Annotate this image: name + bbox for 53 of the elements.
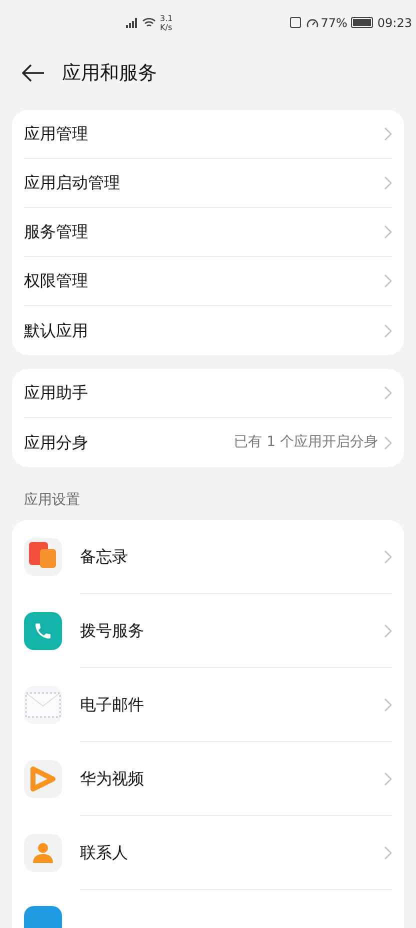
settings-row[interactable]: 应用分身 已有 1 个应用开启分身	[24, 418, 392, 467]
network-speed-unit: K/s	[160, 22, 173, 32]
row-label: 应用管理	[24, 123, 89, 145]
settings-row[interactable]: 默认应用	[24, 306, 392, 355]
clock-time: 09:23	[377, 14, 412, 32]
speedometer-icon	[306, 16, 319, 28]
settings-row[interactable]: 权限管理	[24, 257, 392, 306]
chevron-right-icon	[384, 176, 392, 190]
app-row[interactable]: 电子邮件	[80, 668, 392, 742]
app-name: 电子邮件	[80, 694, 145, 716]
battery-icon	[351, 17, 374, 28]
chevron-right-icon	[384, 772, 392, 786]
app-name: 华为视频	[80, 768, 145, 790]
settings-row[interactable]: 应用助手	[24, 369, 392, 418]
wifi-icon	[142, 17, 156, 28]
envelope-app-icon	[24, 686, 62, 724]
chevron-right-icon	[384, 274, 392, 288]
row-label: 应用启动管理	[24, 172, 121, 194]
chevron-right-icon	[384, 698, 392, 712]
notes-app-icon	[24, 538, 62, 576]
back-arrow-icon[interactable]	[22, 64, 44, 82]
settings-row[interactable]: 服务管理	[24, 208, 392, 257]
row-label: 权限管理	[24, 270, 89, 292]
settings-row[interactable]: 应用启动管理	[24, 159, 392, 208]
network-speed-value: 3.1	[160, 14, 173, 22]
row-label: 服务管理	[24, 221, 89, 243]
app-name: 拨号服务	[80, 620, 145, 642]
chevron-right-icon	[384, 846, 392, 860]
section-heading: 应用设置	[23, 491, 81, 510]
chevron-right-icon	[384, 624, 392, 638]
app-row[interactable]: 备忘录	[80, 520, 392, 594]
chevron-right-icon	[384, 127, 392, 141]
chevron-right-icon	[384, 225, 392, 239]
app-row[interactable]: 华为视频	[80, 742, 392, 816]
chevron-right-icon	[384, 436, 392, 450]
app-row[interactable]: 拨号服务	[80, 594, 392, 668]
app-name: 联系人	[80, 842, 129, 864]
row-label: 应用助手	[24, 382, 89, 404]
app-name: 备忘录	[80, 546, 129, 568]
play-app-icon	[24, 760, 62, 798]
battery-percent: 77%	[320, 14, 348, 32]
person-app-icon	[24, 834, 62, 872]
app-row[interactable]: 联系人	[80, 816, 392, 890]
chevron-right-icon	[384, 386, 392, 400]
chevron-right-icon	[384, 550, 392, 564]
page-title: 应用和服务	[62, 60, 157, 86]
chevron-right-icon	[384, 324, 392, 338]
settings-row[interactable]: 应用管理	[24, 110, 392, 159]
row-value: 已有 1 个应用开启分身	[234, 433, 378, 452]
phone-app-icon	[24, 612, 62, 650]
cellular-signal-icon	[126, 18, 137, 28]
row-label: 默认应用	[24, 320, 89, 342]
row-label: 应用分身	[24, 432, 89, 454]
